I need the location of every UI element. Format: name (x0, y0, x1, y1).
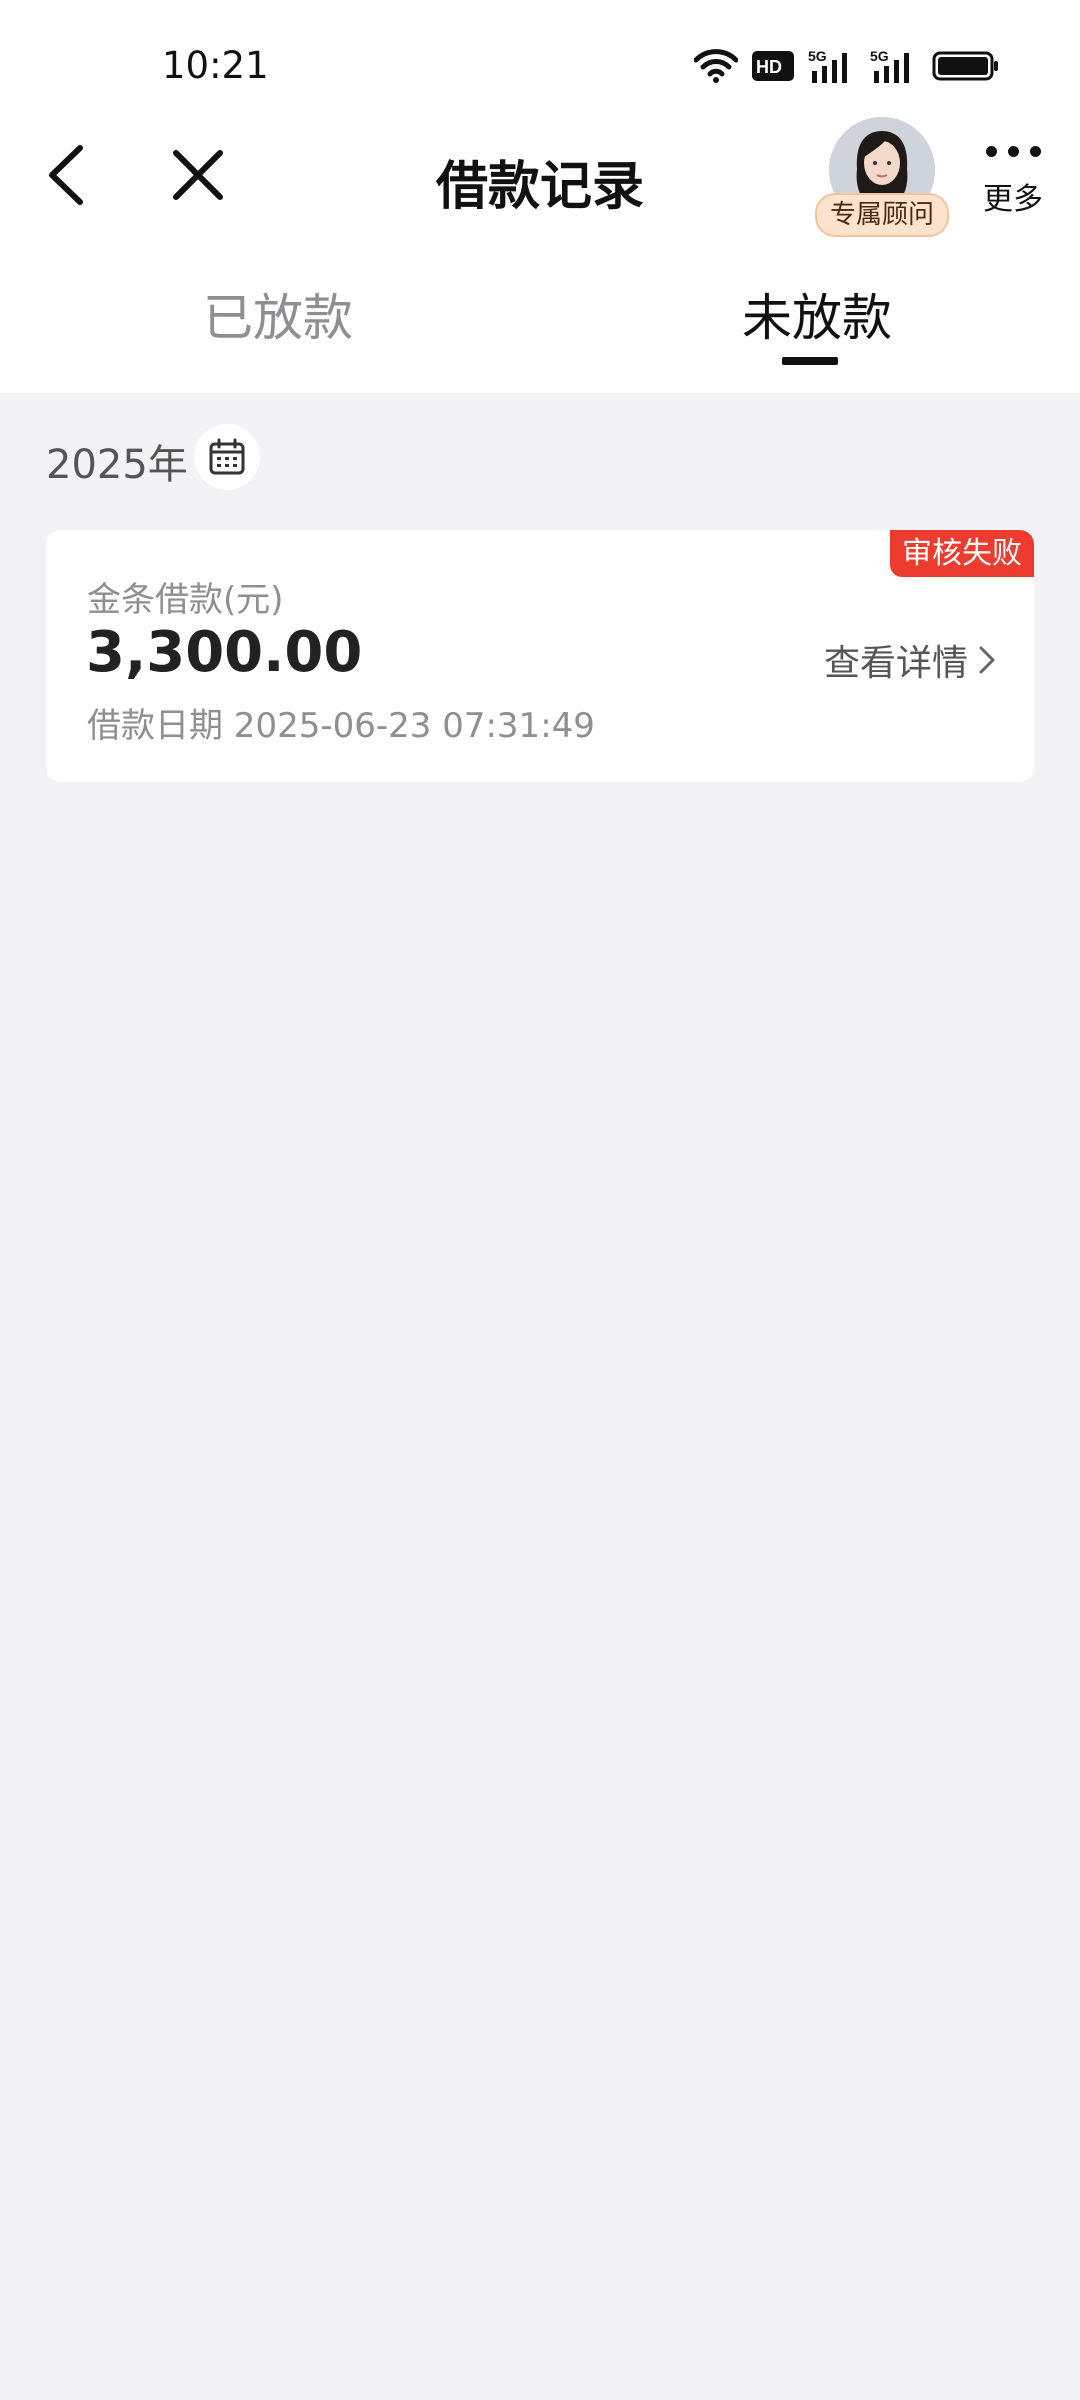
advisor-button[interactable]: 专属顾问 (815, 117, 949, 239)
hd-text: HD (756, 57, 782, 77)
network-label: 5G (808, 49, 827, 64)
back-button[interactable] (42, 140, 92, 210)
hd-icon: HD (752, 51, 794, 81)
loan-type: 金条借款(元) (87, 580, 284, 620)
view-details-label: 查看详情 (823, 643, 968, 684)
status-badge: 审核失败 (890, 530, 1034, 577)
tab-not-disbursed[interactable]: 未放款 (742, 278, 892, 350)
view-details-link[interactable]: 查看详情 (824, 634, 996, 686)
close-icon (173, 150, 223, 200)
tab-disbursed[interactable]: 已放款 (203, 278, 353, 350)
battery-icon (932, 50, 1000, 82)
wifi-icon (694, 48, 738, 84)
loan-amount: 3,300.00 (86, 620, 363, 685)
calendar-icon (209, 438, 245, 475)
chevron-right-icon (979, 646, 995, 674)
signal-5g-icon: 5G (808, 49, 856, 83)
close-button[interactable] (168, 145, 228, 205)
more-dots-icon (978, 146, 1048, 158)
chevron-left-icon (49, 145, 83, 205)
status-icons: HD 5G 5G (694, 46, 1000, 86)
signal-5g-icon: 5G (870, 49, 918, 83)
status-time: 10:21 (162, 44, 269, 87)
calendar-button[interactable] (194, 424, 260, 490)
year-label[interactable]: 2025年 (46, 432, 188, 490)
loan-date: 借款日期 2025-06-23 07:31:49 (87, 706, 595, 746)
loan-record-card[interactable]: 审核失败 金条借款(元) 3,300.00 借款日期 2025-06-23 07… (46, 530, 1034, 782)
network-label: 5G (870, 49, 889, 64)
advisor-badge: 专属顾问 (815, 193, 949, 237)
tab-active-indicator (782, 357, 838, 365)
header-area: 10:21 HD 5G 5G 借款记录 专属顾问 更多 已放款 未放款 (0, 0, 1080, 393)
more-label: 更多 (983, 182, 1043, 217)
more-button[interactable]: 更多 (978, 146, 1048, 218)
